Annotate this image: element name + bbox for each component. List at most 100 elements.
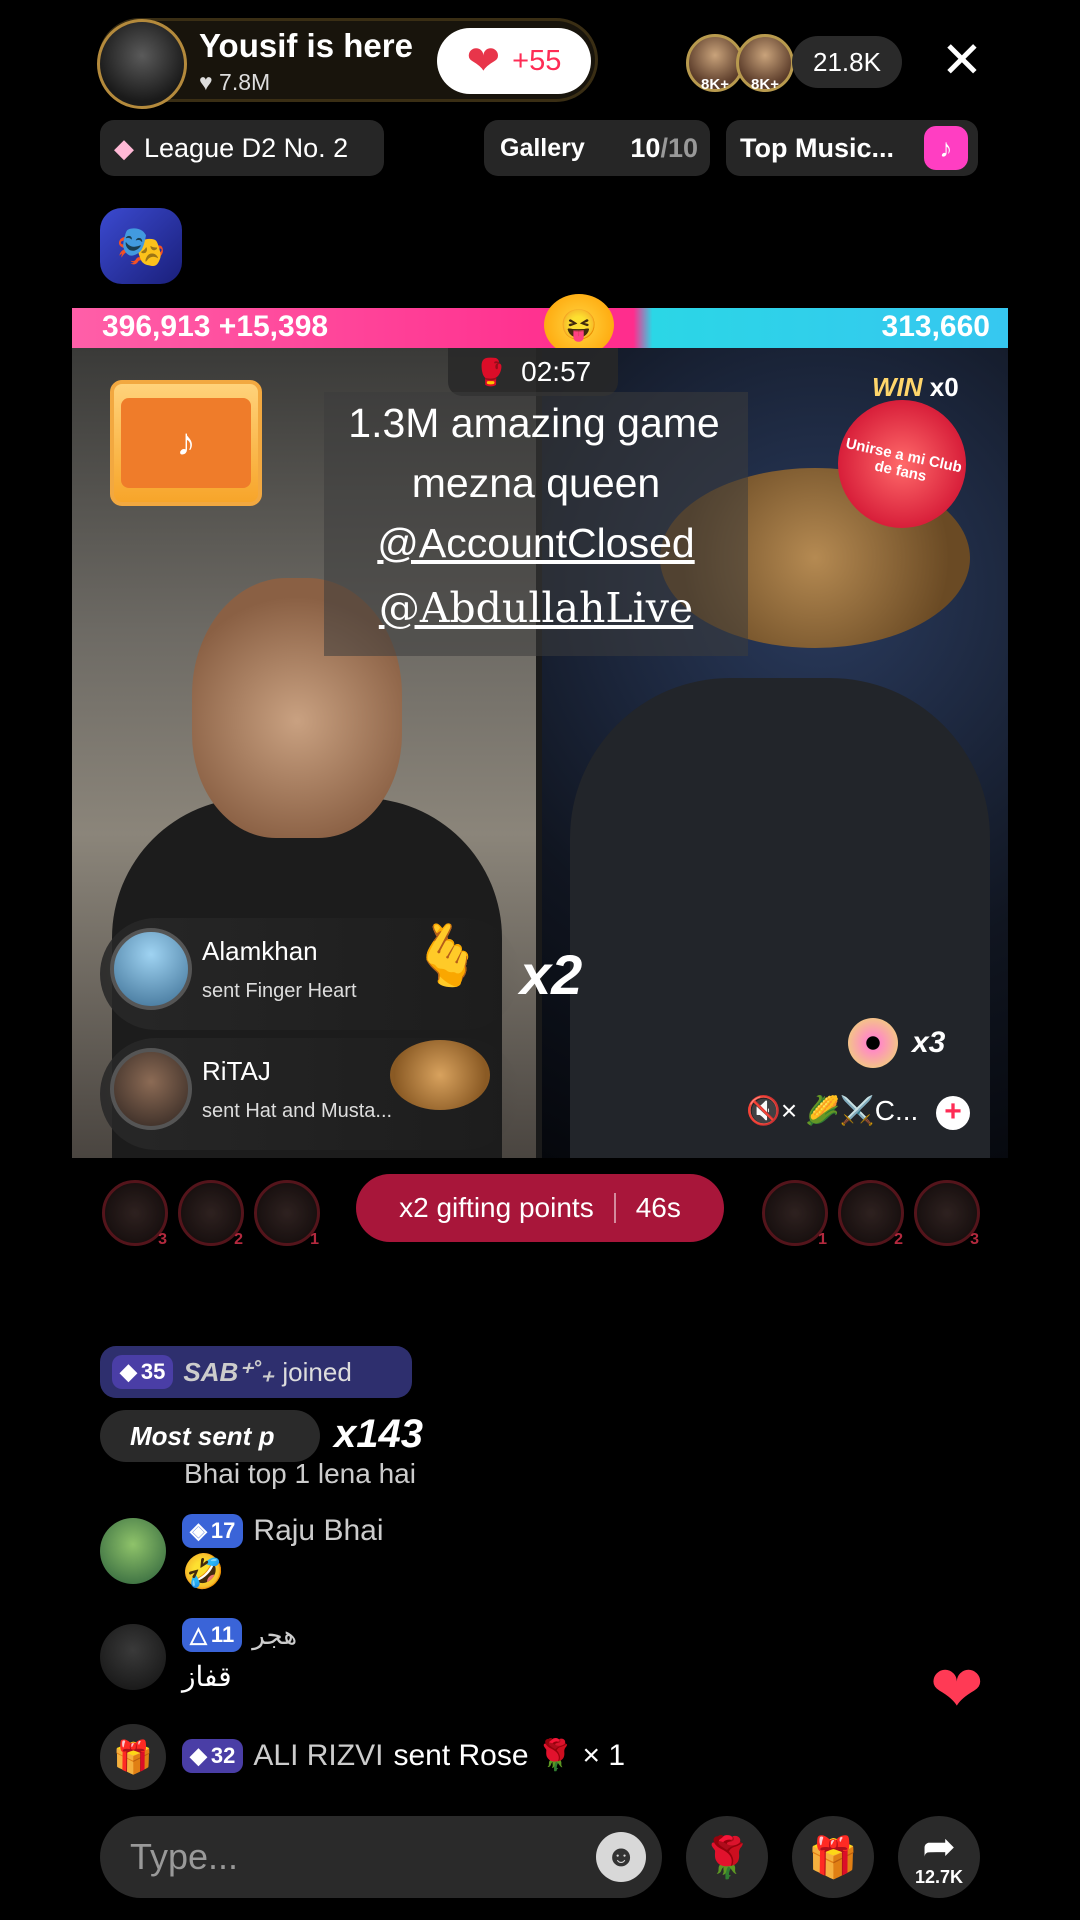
heart-icon: ❤ [466,39,501,83]
gift-message: sent Hat and Musta... [202,1100,393,1122]
right-supporter-avatar[interactable]: 1 [762,1180,828,1248]
battle-emoji-icon: 😝 [544,294,614,356]
gift-log-message: ◆ 32 ALI RIZVI sent Rose 🌹 × 1 [182,1738,625,1773]
chat-message-partial: Bhai top 1 lena hai [184,1458,416,1489]
level-badge: ◈ 17 [182,1514,244,1548]
joined-user-name[interactable]: SAB⁺˚₊ [183,1357,274,1388]
gallery-count-total: /10 [660,132,698,163]
caption-line: mezna queen [411,460,661,506]
gallery-pill[interactable]: Gallery 10/10 [484,120,710,176]
score-left-value: 396,913 [102,310,211,343]
battle-gloves-icon: 🥊 [474,356,508,387]
share-arrow-icon: ➦ [922,1824,956,1869]
gift-log-user[interactable]: ALI RIZVI [253,1739,383,1773]
gift-sender-name: Alamkhan [202,936,318,966]
score-right: 313,660 [881,310,990,343]
floating-heart-icon: ❤ [930,1653,984,1725]
mask-icon[interactable]: 🎭 [100,208,182,284]
user-avatar[interactable] [110,1048,192,1130]
music-label: Top Music... [740,132,894,163]
diamond-icon: ◆ [114,132,134,163]
league-label: League D2 No. 2 [144,132,349,163]
gift-combo-count: x2 [520,943,583,1006]
host-name: Yousif is here [199,27,413,64]
host-likes-value: 7.8M [219,69,271,95]
user-avatar[interactable] [110,928,192,1010]
donut-gift-count: x3 [912,1026,946,1059]
left-supporter-avatar[interactable]: 3 [102,1180,168,1248]
follow-like-button[interactable]: ❤ +55 [437,28,591,94]
comment-input[interactable]: Type... [100,1816,662,1898]
chat-message-text: 🤣 [182,1553,225,1591]
score-left: 396,913 +15,398 [102,310,328,344]
level-value: 35 [140,1359,166,1384]
gifting-points-pill[interactable]: x2 gifting points 46s [356,1174,724,1242]
win-label: WIN [872,372,923,402]
supporter-rank: 3 [158,1231,167,1248]
host-likes: ♥ 7.8M [199,69,271,95]
gift-log-action: sent Rose 🌹 × 1 [393,1739,626,1772]
most-sent-banner: Most sent p [100,1410,320,1462]
close-button[interactable]: ✕ [938,35,986,85]
finger-heart-gift-icon: 🫰 [410,922,485,989]
chat-user-name[interactable]: هجر [252,1620,297,1651]
win-streak: WIN x0 [872,372,959,403]
follow-plus-icon[interactable]: + [936,1096,970,1130]
right-supporter-avatar[interactable]: 3 [914,1180,980,1248]
gifting-label: x2 gifting points [399,1192,594,1223]
caption-mention[interactable]: @AbdullahLive [324,584,748,632]
timer-value: 02:57 [521,356,592,387]
supporter-rank: 2 [234,1231,243,1248]
gift-sender-name: RiTAJ [202,1056,271,1086]
chat-user-avatar[interactable] [100,1624,166,1690]
supporter-rank: 2 [894,1231,903,1248]
chat-user-avatar[interactable] [100,1518,166,1584]
gallery-count-current: 10 [630,132,661,163]
chat-message-header: ◈ 17 Raju Bhai [182,1514,383,1548]
joined-action: joined [282,1356,352,1387]
emoji-icon[interactable]: ☻ [596,1832,646,1882]
viewer-count[interactable]: 21.8K [792,36,902,88]
gifting-time: 46s [635,1192,681,1223]
supporter-rank: 3 [970,1231,979,1248]
share-button[interactable]: ➦ 12.7K [898,1816,980,1898]
share-count: 12.7K [914,1866,964,1887]
rose-gift-button[interactable]: 🌹 [686,1816,768,1898]
gift-box-icon[interactable]: 🎁 [100,1724,166,1790]
gallery-count: 10/10 [630,133,698,164]
gift-button[interactable]: 🎁 [792,1816,874,1898]
music-note-icon: ♪ [924,126,968,170]
tiktok-logo-icon: ♪ [121,398,251,488]
treasure-chest-icon[interactable]: ♪ [110,380,262,506]
host-profile-pill[interactable]: Yousif is here ♥ 7.8M ❤ +55 [97,18,598,109]
hat-gift-icon [390,1040,490,1110]
divider [613,1193,616,1223]
top-viewer-avatar[interactable]: 8K+ [736,34,794,93]
host-caption-overlay: 1.3M amazing game mezna queen @AccountCl… [324,392,748,656]
level-value: 17 [210,1518,236,1543]
supporter-rank: 1 [818,1231,827,1248]
battle-timer: 🥊 02:57 [448,348,618,396]
chat-message-text: قفاز [182,1661,232,1692]
right-host-body [570,678,990,1158]
chat-user-name[interactable]: Raju Bhai [253,1514,383,1548]
supporter-rank: 1 [310,1231,319,1248]
caption-mention[interactable]: @AccountClosed [324,520,748,567]
caption-line: 1.3M amazing game [348,400,720,446]
battle-score-bar: 396,913 +15,398 😝 313,660 [72,294,1008,356]
level-badge: ◆ 35 [112,1355,174,1389]
level-value: 11 [210,1622,235,1647]
viewer-badge: 8K+ [751,76,779,93]
right-supporter-avatar[interactable]: 2 [838,1180,904,1248]
left-supporter-avatar[interactable]: 1 [254,1180,320,1248]
left-supporter-avatar[interactable]: 2 [178,1180,244,1248]
score-left-increment: +15,398 [218,310,329,343]
viewer-badge: 8K+ [701,76,729,93]
host-avatar[interactable] [97,19,187,109]
league-pill[interactable]: ◆ League D2 No. 2 [100,120,384,176]
top-music-pill[interactable]: Top Music... ♪ [726,120,978,176]
level-badge: △ 11 [182,1618,243,1652]
win-count: x0 [929,372,959,402]
donut-gift-icon [848,1018,898,1068]
most-sent-count: x143 [334,1412,423,1456]
